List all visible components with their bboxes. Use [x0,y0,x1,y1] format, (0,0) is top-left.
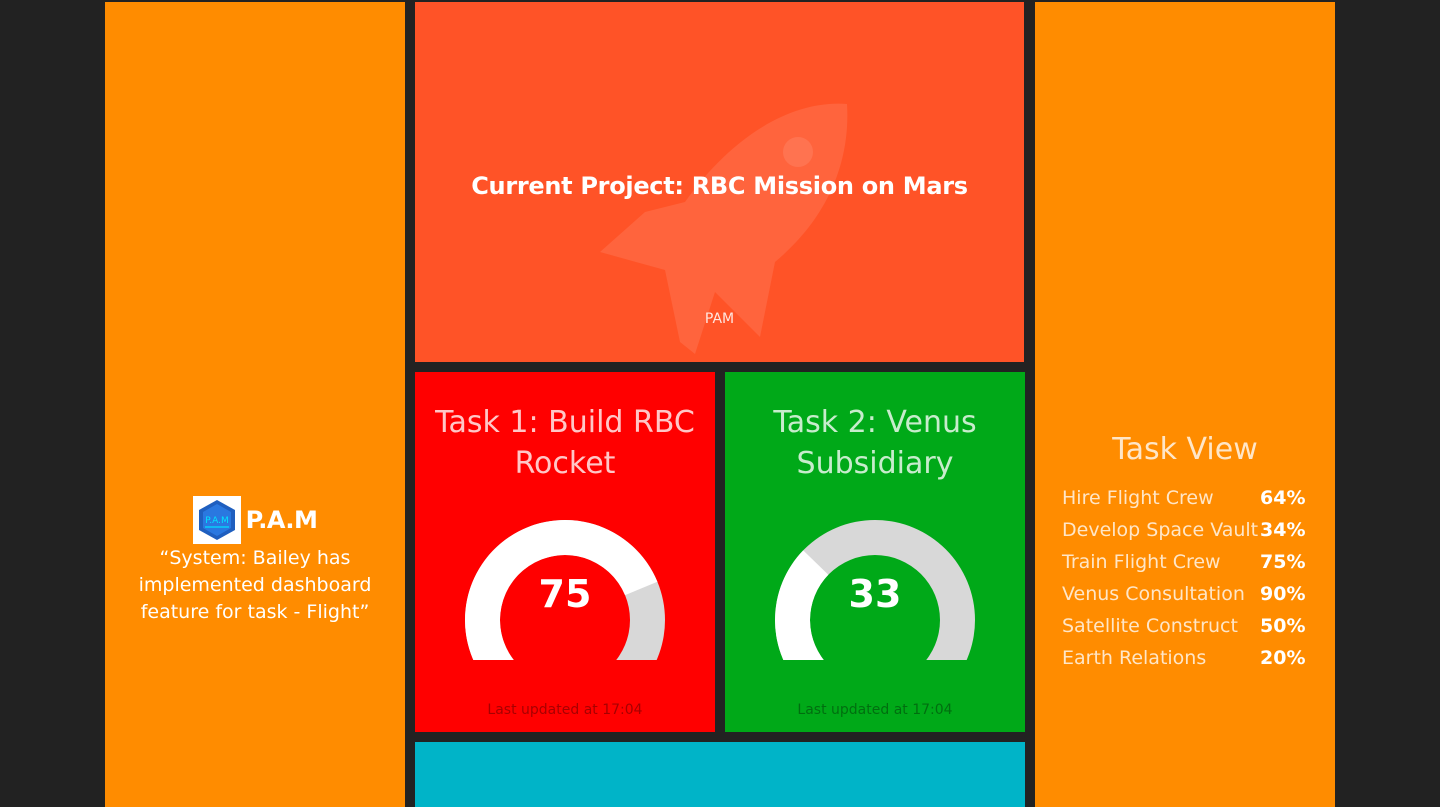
task-name: Hire Flight Crew [1062,487,1214,509]
task-gauge-tile[interactable]: Task 2: Venus Subsidiary 33 Last updated… [725,372,1025,732]
task-percent: 50% [1260,615,1306,637]
notification-sender: P.A.M [245,506,318,534]
notification-tile: P.A.M P.A.M “System: Bailey has implemen… [105,2,405,807]
last-updated: Last updated at 17:04 [797,702,953,718]
task-view-item[interactable]: Train Flight Crew 75% [1062,546,1312,578]
bottom-tile[interactable] [415,742,1025,807]
task-percent: 20% [1260,647,1306,669]
task-view-item[interactable]: Hire Flight Crew 64% [1062,482,1312,514]
gauge-value: 33 [848,572,902,616]
gauge-value: 75 [538,572,592,616]
task-percent: 90% [1260,583,1306,605]
task-title: Task 2: Venus Subsidiary [773,405,977,481]
task-percent: 64% [1260,487,1306,509]
project-title: Current Project: RBC Mission on Mars [471,172,968,200]
project-footer: PAM [704,311,735,327]
task-view-list: Hire Flight Crew 64% Develop Space Vault… [1062,482,1312,674]
task-name: Earth Relations [1062,647,1207,669]
task-name: Train Flight Crew [1062,551,1221,573]
task-view-item[interactable]: Venus Consultation 90% [1062,578,1312,610]
task-percent: 34% [1260,519,1306,541]
pam-logo-icon: P.A.M [192,496,241,544]
task-view-tile[interactable]: Task View Hire Flight Crew 64% Develop S… [1035,2,1335,807]
task-name: Develop Space Vault [1062,519,1259,541]
task-name: Venus Consultation [1062,583,1245,605]
task-gauge-tile[interactable]: Task 1: Build RBC Rocket 75 Last updated… [415,372,715,732]
last-updated: Last updated at 17:04 [487,702,643,718]
task-view-title: Task View [1112,432,1258,467]
notification-header: P.A.M P.A.M [105,496,405,544]
task-percent: 75% [1260,551,1306,573]
task-view-item[interactable]: Develop Space Vault 34% [1062,514,1312,546]
pam-logo-text: P.A.M [205,516,229,526]
notification-message: “System: Bailey has implemented dashboar… [138,547,372,623]
task-title: Task 1: Build RBC Rocket [435,405,695,481]
task-view-item[interactable]: Earth Relations 20% [1062,642,1312,674]
task-name: Satellite Construct [1062,615,1238,637]
current-project-tile[interactable]: Current Project: RBC Mission on Mars PAM [415,2,1024,362]
task-view-item[interactable]: Satellite Construct 50% [1062,610,1312,642]
